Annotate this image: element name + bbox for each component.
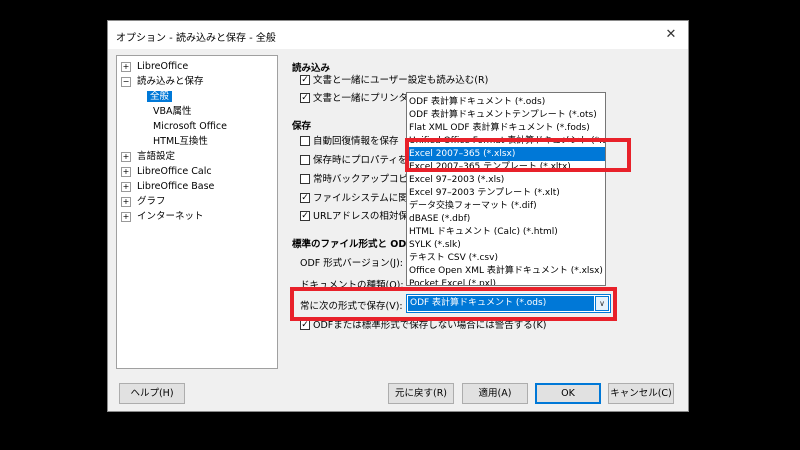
- tree-item-libreoffice[interactable]: + LibreOffice: [121, 60, 188, 74]
- checkbox-unchecked[interactable]: [300, 154, 310, 165]
- url-relative-option[interactable]: ✓ URLアドレスの相対保存: [300, 210, 418, 223]
- cancel-button[interactable]: キャンセル(C): [608, 383, 674, 404]
- load-heading: 読み込み: [292, 63, 331, 74]
- tree-item-msoffice[interactable]: Microsoft Office: [153, 120, 227, 134]
- dropdown-option[interactable]: SYLK (*.slk): [409, 238, 461, 252]
- checkbox-unchecked[interactable]: [300, 135, 310, 146]
- option-label: URLアドレスの相対保存: [313, 211, 418, 222]
- warn-non-odf-option[interactable]: ✓ ODFまたは標準形式で保存しない場合には警告する(K): [300, 319, 547, 332]
- tree-item-graph[interactable]: + グラフ: [121, 195, 166, 209]
- tree-item-calc[interactable]: + LibreOffice Calc: [121, 165, 212, 179]
- checkbox-checked[interactable]: ✓: [300, 210, 310, 221]
- option-label: ODFまたは標準形式で保存しない場合には警告する(K): [313, 320, 547, 331]
- tree-label: LibreOffice: [137, 61, 189, 72]
- collapse-icon[interactable]: −: [121, 76, 131, 87]
- dropdown-option[interactable]: Excel 97–2003 テンプレート (*.xlt): [409, 186, 560, 200]
- highlight-box-xlsx: [405, 138, 631, 172]
- checkbox-checked[interactable]: ✓: [300, 92, 310, 103]
- dropdown-option[interactable]: Flat XML ODF 表計算ドキュメント (*.fods): [409, 121, 590, 135]
- tree-label: インターネット: [137, 211, 204, 222]
- option-label: 文書と一緒にユーザー設定も読み込む(R): [313, 75, 489, 86]
- tree-label: LibreOffice Base: [137, 181, 215, 192]
- tree-item-language[interactable]: + 言語設定: [121, 150, 175, 164]
- load-user-settings-option[interactable]: ✓ 文書と一緒にユーザー設定も読み込む(R): [300, 74, 489, 87]
- tree-label: グラフ: [137, 196, 166, 207]
- dialog-title: オプション - 読み込みと保存 - 全般: [116, 33, 276, 44]
- ok-button[interactable]: OK: [535, 383, 601, 404]
- tree-item-base[interactable]: + LibreOffice Base: [121, 180, 214, 194]
- expand-icon[interactable]: +: [121, 196, 131, 207]
- apply-button[interactable]: 適用(A): [462, 383, 528, 404]
- title-bar: オプション - 読み込みと保存 - 全般 ✕: [108, 21, 688, 49]
- expand-icon[interactable]: +: [121, 61, 131, 72]
- dropdown-option[interactable]: Excel 97–2003 (*.xls): [409, 173, 504, 187]
- tree-label: 読み込みと保存: [137, 76, 204, 87]
- option-label: 保存時にプロパティを: [313, 155, 408, 166]
- tree-label: LibreOffice Calc: [137, 166, 212, 177]
- help-button[interactable]: ヘルプ(H): [119, 383, 185, 404]
- option-label: 自動回復情報を保存: [313, 136, 399, 147]
- dropdown-option[interactable]: テキスト CSV (*.csv): [409, 251, 498, 265]
- checkbox-checked[interactable]: ✓: [300, 74, 310, 85]
- dropdown-option[interactable]: ODF 表計算ドキュメント (*.ods): [409, 95, 545, 109]
- expand-icon[interactable]: +: [121, 211, 131, 222]
- tree-label: 全般: [147, 91, 173, 102]
- save-heading: 保存: [292, 121, 312, 132]
- dropdown-option[interactable]: ODF 表計算ドキュメントテンプレート (*.ots): [409, 108, 597, 122]
- checkbox-checked[interactable]: ✓: [300, 192, 310, 203]
- tree-item-load-save[interactable]: − 読み込みと保存: [121, 75, 204, 89]
- category-tree: + LibreOffice − 読み込みと保存 全般 VBA属性 Microsoft…: [116, 55, 278, 369]
- checkbox-unchecked[interactable]: [300, 173, 310, 184]
- expand-icon[interactable]: +: [121, 151, 131, 162]
- tree-item-vba[interactable]: VBA属性: [153, 105, 192, 119]
- dropdown-option[interactable]: Office Open XML 表計算ドキュメント (*.xlsx): [409, 264, 603, 278]
- dropdown-option[interactable]: データ交換フォーマット (*.dif): [409, 199, 537, 213]
- reset-button[interactable]: 元に戻す(R): [388, 383, 454, 404]
- save-format-dropdown-list[interactable]: ODF 表計算ドキュメント (*.ods) ODF 表計算ドキュメントテンプレート…: [406, 92, 606, 286]
- expand-icon[interactable]: +: [121, 166, 131, 177]
- close-icon[interactable]: ✕: [662, 26, 680, 44]
- checkbox-checked[interactable]: ✓: [300, 319, 310, 330]
- edit-properties-option[interactable]: 保存時にプロパティを: [300, 154, 408, 167]
- tree-label: 言語設定: [137, 151, 176, 162]
- tree-item-internet[interactable]: + インターネット: [121, 210, 204, 224]
- tree-item-html[interactable]: HTML互換性: [153, 135, 208, 149]
- dropdown-option[interactable]: HTML ドキュメント (Calc) (*.html): [409, 225, 558, 239]
- tree-item-general[interactable]: 全般: [147, 90, 173, 104]
- dropdown-option[interactable]: dBASE (*.dbf): [409, 212, 470, 226]
- highlight-box-always-save: [290, 287, 617, 321]
- expand-icon[interactable]: +: [121, 181, 131, 192]
- dropdown-option[interactable]: Pocket Excel (*.pxl): [409, 277, 496, 285]
- odf-version-label: ODF 形式バージョン(J):: [300, 258, 404, 269]
- autosave-option[interactable]: 自動回復情報を保存: [300, 135, 399, 148]
